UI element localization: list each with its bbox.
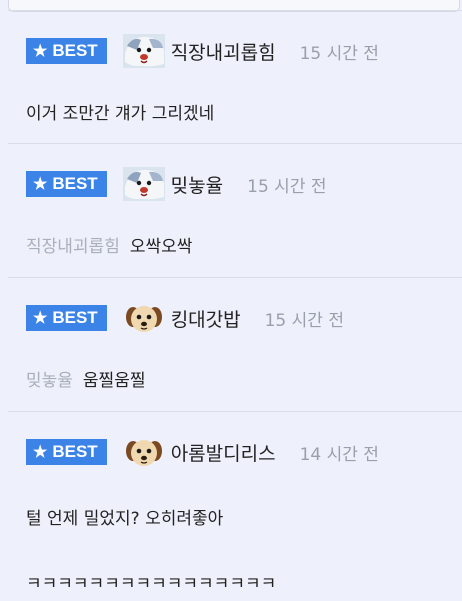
comment-text: 밎놓율 움찔움찔 xyxy=(26,366,145,391)
best-label: BEST xyxy=(52,442,98,461)
comment-text: 이거 조만간 걔가 그리겠네 xyxy=(26,104,215,124)
puppy-face-avatar[interactable] xyxy=(123,301,165,335)
best-label: BEST xyxy=(52,308,98,327)
comment-item: ★ BEST 직장내괴롭힘 15 시간 전 이거 조만간 걔가 그리겠네 xyxy=(8,10,462,144)
comment-time: 15 시간 전 xyxy=(247,176,327,197)
comment-time: 15 시간 전 xyxy=(264,310,344,331)
comment-item: ★ BEST 밎놓율 15 시간 전 직장내괴롭힘 오싹오싹 xyxy=(8,143,462,278)
best-badge: ★ BEST xyxy=(26,38,107,64)
comment-header: ★ BEST 아롬발디리스 14 시간 전 xyxy=(26,432,379,472)
best-badge: ★ BEST xyxy=(26,305,107,331)
comment-header: ★ BEST 직장내괴롭힘 15 시간 전 xyxy=(26,31,379,71)
star-icon: ★ xyxy=(33,444,48,461)
comment-text-line-2: ㅋㅋㅋㅋㅋㅋㅋㅋㅋㅋㅋㅋㅋㅋㅋㅋ xyxy=(26,574,277,594)
star-icon: ★ xyxy=(33,43,48,60)
star-icon: ★ xyxy=(33,176,48,193)
comment-nickname[interactable]: 직장내괴롭힘 xyxy=(171,38,276,65)
comment-text: 털 언제 밀었지? 오히려좋아 xyxy=(26,509,224,529)
best-label: BEST xyxy=(52,41,98,60)
comment-text-content: 움찔움찔 xyxy=(82,371,146,391)
comment-header: ★ BEST 킹대갓밥 15 시간 전 xyxy=(26,298,344,338)
puppy-face-avatar[interactable] xyxy=(123,435,165,469)
comment-nickname[interactable]: 밎놓율 xyxy=(171,171,223,198)
reply-mention[interactable]: 직장내괴롭힘 xyxy=(26,237,120,257)
star-icon: ★ xyxy=(33,310,48,327)
comment-nickname[interactable]: 킹대갓밥 xyxy=(171,305,241,332)
comment-time: 15 시간 전 xyxy=(299,43,379,64)
comment-time: 14 시간 전 xyxy=(299,444,379,465)
comment-text-content: 오싹오싹 xyxy=(129,237,193,257)
comment-item: ★ BEST 아롬발디리스 14 시간 전 털 언제 밀었지? 오히려좋아 ㅋㅋ… xyxy=(8,411,462,601)
best-label: BEST xyxy=(52,174,98,193)
dog-fluffy-avatar[interactable] xyxy=(122,167,165,201)
comment-header: ★ BEST 밎놓율 15 시간 전 xyxy=(26,164,327,204)
best-badge: ★ BEST xyxy=(26,171,107,197)
comment-nickname[interactable]: 아롬발디리스 xyxy=(171,439,276,466)
reply-mention[interactable]: 밎놓율 xyxy=(26,371,73,391)
best-badge: ★ BEST xyxy=(26,439,107,465)
comment-text: 직장내괴롭힘 오싹오싹 xyxy=(26,232,192,257)
comment-item: ★ BEST 킹대갓밥 15 시간 전 밎놓율 움찔움찔 xyxy=(8,277,462,412)
dog-fluffy-avatar[interactable] xyxy=(122,34,165,68)
